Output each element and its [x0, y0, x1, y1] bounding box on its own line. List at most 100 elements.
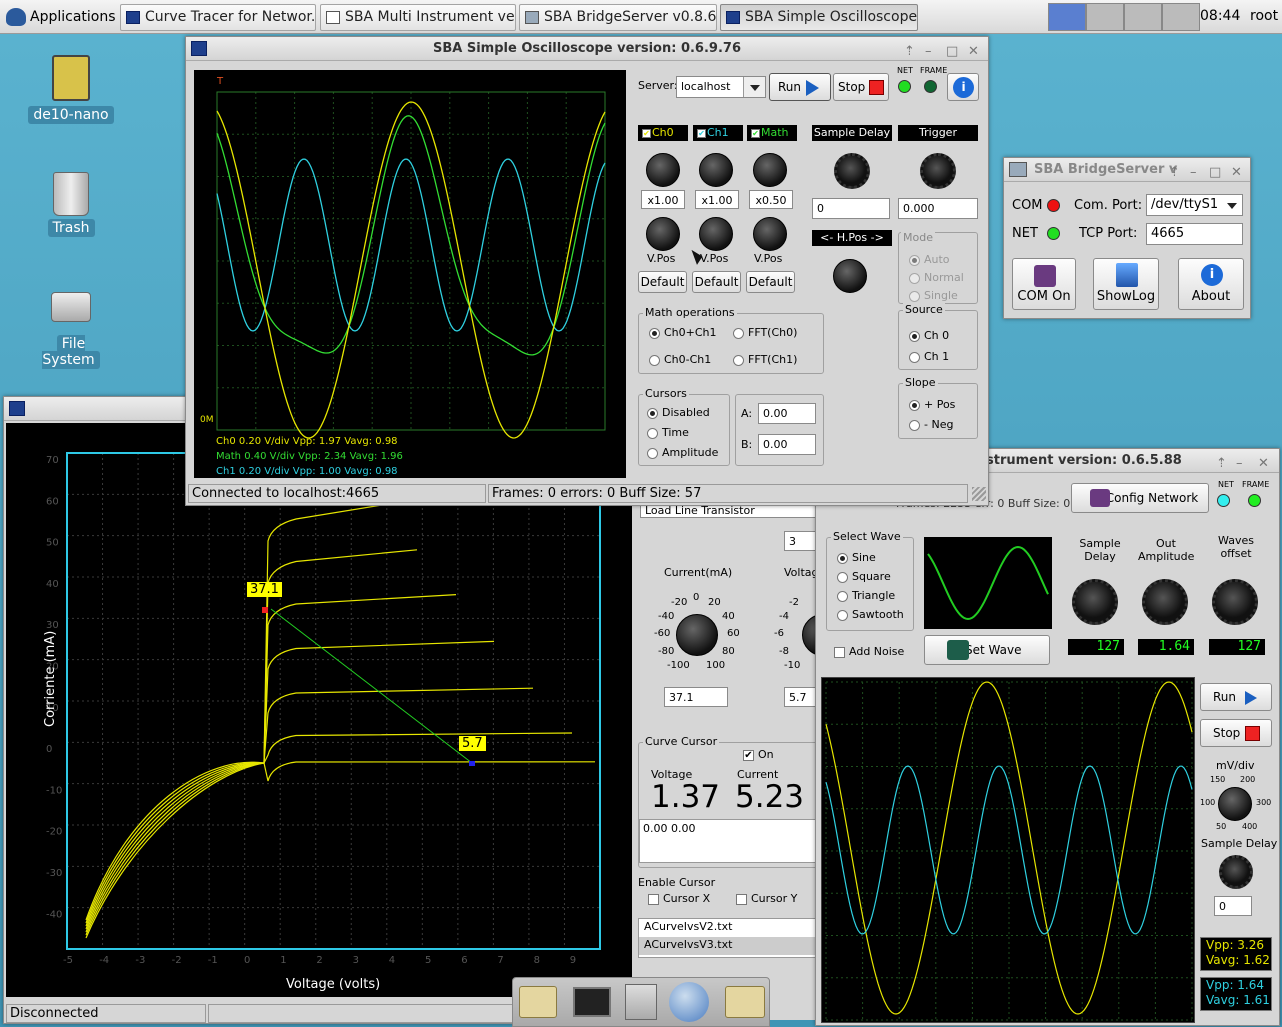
slope-neg-radio[interactable]: - Neg: [909, 418, 953, 431]
shade-icon[interactable]: ⇡: [1169, 161, 1180, 185]
config-network-button[interactable]: Config Network: [1071, 483, 1209, 513]
com-on-button[interactable]: COM On: [1012, 258, 1076, 310]
cursor-time-radio[interactable]: Time: [647, 426, 689, 439]
shade-icon[interactable]: ⇡: [904, 40, 915, 64]
minimize-icon[interactable]: –: [1190, 161, 1197, 185]
mvdiv-knob[interactable]: [1218, 787, 1252, 821]
cursor-amplitude-radio[interactable]: Amplitude: [647, 446, 718, 459]
voltage-value-field[interactable]: 5.7: [784, 687, 818, 707]
minimize-icon[interactable]: –: [925, 40, 932, 64]
sample-delay-spinbox[interactable]: 0: [812, 198, 890, 219]
math-vpos-knob[interactable]: [753, 217, 787, 251]
sample-delay-knob[interactable]: [1072, 579, 1118, 625]
file-cabinet-icon[interactable]: [625, 984, 657, 1020]
wave-sawtooth-radio[interactable]: Sawtooth: [837, 608, 904, 621]
mode-auto-radio[interactable]: Auto: [909, 253, 950, 266]
web-browser-icon[interactable]: [669, 982, 709, 1022]
applications-menu[interactable]: Applications: [4, 4, 116, 30]
ch1-default-button[interactable]: Default: [692, 271, 741, 293]
cursor-text-area[interactable]: 0.00 0.00: [639, 819, 818, 863]
task-bridgeserver[interactable]: SBA BridgeServer v0.8.6...: [519, 4, 717, 31]
maximize-icon[interactable]: □: [946, 40, 958, 64]
source-ch0-radio[interactable]: Ch 0: [909, 329, 949, 342]
trigger-level-spinbox[interactable]: 0.000: [898, 198, 978, 219]
workspace-1[interactable]: [1048, 3, 1086, 31]
close-icon[interactable]: ✕: [1258, 452, 1269, 476]
terminal-icon[interactable]: [573, 987, 611, 1017]
file-item[interactable]: ACurveIvsV2.txt: [639, 919, 818, 937]
info-button[interactable]: i: [947, 73, 979, 101]
wave-square-radio[interactable]: Square: [837, 570, 891, 583]
about-button[interactable]: i About: [1178, 258, 1244, 310]
file-item-selected[interactable]: ACurveIvsV3.txt: [639, 937, 818, 955]
bridge-titlebar[interactable]: SBA BridgeServer v ⇡ – □ ✕: [1004, 158, 1250, 182]
wave-sine-radio[interactable]: Sine: [837, 551, 876, 564]
add-noise-checkbox[interactable]: Add Noise: [834, 645, 904, 658]
server-select[interactable]: localhost: [676, 76, 766, 98]
stop-button[interactable]: Stop: [833, 73, 889, 101]
mode-single-radio[interactable]: Single: [909, 289, 958, 302]
cursor-x-checkbox[interactable]: Cursor X: [648, 892, 710, 905]
com-port-select[interactable]: /dev/ttyS1: [1146, 194, 1243, 216]
close-icon[interactable]: ✕: [1231, 161, 1242, 185]
maximize-icon[interactable]: □: [1209, 161, 1221, 185]
source-ch1-radio[interactable]: Ch 1: [909, 350, 949, 363]
ch0-scale-knob[interactable]: [646, 153, 680, 187]
cursor-disabled-radio[interactable]: Disabled: [647, 406, 710, 419]
math-sub-radio[interactable]: Ch0-Ch1: [649, 353, 711, 366]
mode-normal-radio[interactable]: Normal: [909, 271, 964, 284]
workspace-4[interactable]: [1162, 3, 1200, 31]
resize-grip[interactable]: [972, 487, 986, 501]
oscilloscope-titlebar[interactable]: SBA Simple Oscilloscope version: 0.6.9.7…: [186, 37, 988, 61]
cursor-y-checkbox[interactable]: Cursor Y: [736, 892, 797, 905]
sample-delay-spinbox[interactable]: 0: [1214, 896, 1252, 916]
cursor-b-spinbox[interactable]: 0.00: [758, 434, 816, 455]
dropdown-button[interactable]: [743, 77, 765, 97]
sample-delay-knob[interactable]: [834, 153, 870, 189]
slope-pos-radio[interactable]: + Pos: [909, 398, 955, 411]
multi-stop-button[interactable]: Stop: [1200, 719, 1272, 747]
desktop-icon-filesystem[interactable]: File System: [28, 292, 114, 369]
hpos-knob[interactable]: [833, 259, 867, 293]
ch0-vpos-knob[interactable]: [646, 217, 680, 251]
out-amplitude-knob[interactable]: [1142, 579, 1188, 625]
steps-spinbox[interactable]: 3: [784, 531, 818, 551]
ch0-default-button[interactable]: Default: [638, 271, 687, 293]
desktop-icon-trash[interactable]: Trash: [28, 172, 114, 237]
minimize-icon[interactable]: –: [1236, 452, 1243, 476]
math-scale-knob[interactable]: [753, 153, 787, 187]
math-add-radio[interactable]: Ch0+Ch1: [649, 326, 717, 339]
desktop-icon-de10-nano[interactable]: de10-nano: [28, 55, 114, 124]
task-multi-instrument[interactable]: SBA Multi Instrument ver...: [320, 4, 516, 31]
ch1-scale-knob[interactable]: [699, 153, 733, 187]
workspace-3[interactable]: [1124, 3, 1162, 31]
ch0-enable[interactable]: ✔ Ch0: [638, 125, 688, 141]
math-enable[interactable]: ✔ Math: [747, 125, 797, 141]
waves-offset-knob[interactable]: [1212, 579, 1258, 625]
ch0-vpos-label: V.Pos: [647, 252, 676, 265]
math-fft1-radio[interactable]: FFT(Ch1): [733, 353, 797, 366]
run-button[interactable]: Run: [769, 73, 831, 101]
ch1-enable[interactable]: ✔ Ch1: [693, 125, 743, 141]
multi-run-button[interactable]: Run: [1200, 683, 1272, 711]
tcp-port-spinbox[interactable]: 4665: [1146, 223, 1243, 245]
current-knob[interactable]: [676, 614, 718, 656]
current-value-field[interactable]: 37.1: [664, 687, 728, 707]
close-icon[interactable]: ✕: [968, 40, 979, 64]
workspace-2[interactable]: [1086, 3, 1124, 31]
home-folder-icon[interactable]: [519, 986, 557, 1018]
trigger-knob[interactable]: [920, 153, 956, 189]
wave-triangle-radio[interactable]: Triangle: [837, 589, 895, 602]
showlog-button[interactable]: ShowLog: [1093, 258, 1159, 310]
set-wave-button[interactable]: Set Wave: [924, 635, 1050, 665]
math-fft0-radio[interactable]: FFT(Ch0): [733, 326, 797, 339]
folder-icon[interactable]: [725, 986, 765, 1018]
ch1-vpos-knob[interactable]: [699, 217, 733, 251]
cursor-on-checkbox[interactable]: ✔ On: [743, 748, 774, 761]
sample-delay-knob-2[interactable]: [1219, 855, 1253, 889]
task-curve-tracer[interactable]: Curve Tracer for Networ...: [120, 4, 316, 31]
cursor-a-spinbox[interactable]: 0.00: [758, 403, 816, 424]
task-simple-oscilloscope[interactable]: SBA Simple Oscilloscope...: [720, 4, 918, 31]
shade-icon[interactable]: ⇡: [1216, 452, 1227, 476]
math-default-button[interactable]: Default: [746, 271, 795, 293]
